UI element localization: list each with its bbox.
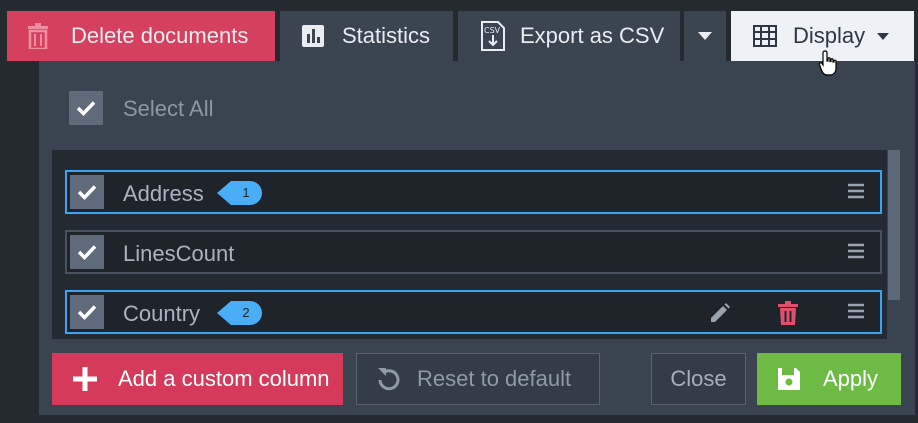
- add-custom-column-button[interactable]: Add a custom column: [52, 353, 343, 405]
- reset-to-default-label: Reset to default: [417, 366, 572, 391]
- select-all-label: Select All: [123, 96, 214, 121]
- statistics-button[interactable]: Statistics: [280, 11, 453, 61]
- statistics-label: Statistics: [342, 23, 431, 48]
- display-label: Display: [793, 23, 866, 48]
- apply-label: Apply: [823, 366, 879, 391]
- trash-icon[interactable]: [778, 301, 798, 330]
- drag-handle-icon[interactable]: [848, 183, 864, 204]
- delete-documents-label: Delete documents: [71, 23, 249, 48]
- check-icon: [77, 185, 97, 200]
- export-csv-label: Export as CSV: [520, 23, 665, 48]
- check-icon: [77, 305, 97, 320]
- csv-file-icon: CSV: [481, 21, 505, 51]
- export-options-dropdown[interactable]: [684, 11, 726, 61]
- table-grid-icon: [753, 25, 777, 47]
- caret-down-icon: [698, 32, 712, 40]
- export-csv-button[interactable]: CSV Export as CSV: [458, 11, 680, 61]
- column-row-linescount[interactable]: LinesCount: [65, 230, 882, 274]
- reset-to-default-button[interactable]: Reset to default: [356, 353, 600, 405]
- pencil-icon[interactable]: [709, 302, 731, 329]
- column-row-country[interactable]: Country 2: [65, 290, 882, 334]
- close-label: Close: [670, 366, 727, 391]
- select-all-checkbox[interactable]: [69, 91, 103, 125]
- close-button[interactable]: Close: [651, 353, 746, 405]
- column-list-scrollbar-thumb[interactable]: [888, 150, 900, 300]
- hand-cursor-icon: [818, 50, 839, 81]
- caret-down-icon: [877, 32, 890, 40]
- undo-icon: [378, 368, 400, 391]
- column-checkbox[interactable]: [70, 235, 104, 269]
- bar-chart-icon: [302, 25, 324, 47]
- apply-button[interactable]: Apply: [757, 353, 901, 405]
- delete-documents-button[interactable]: Delete documents: [7, 11, 275, 61]
- column-label: Country: [123, 301, 201, 326]
- save-icon: [778, 368, 800, 390]
- column-label: LinesCount: [123, 241, 235, 266]
- callout-badge-number: 2: [242, 305, 250, 320]
- column-checkbox[interactable]: [70, 175, 104, 209]
- callout-badge-number: 1: [242, 185, 250, 200]
- check-icon: [77, 245, 97, 260]
- svg-text:CSV: CSV: [484, 26, 501, 35]
- drag-handle-icon[interactable]: [848, 303, 864, 324]
- column-checkbox[interactable]: [70, 295, 104, 329]
- callout-badge: 2: [217, 300, 263, 326]
- add-custom-column-label: Add a custom column: [118, 366, 330, 391]
- check-icon: [76, 101, 96, 116]
- column-row-address[interactable]: Address 1: [65, 170, 882, 214]
- drag-handle-icon[interactable]: [848, 243, 864, 264]
- column-label: Address: [123, 181, 204, 206]
- trash-icon: [28, 23, 48, 49]
- callout-badge: 1: [217, 180, 263, 206]
- plus-icon: [73, 367, 97, 391]
